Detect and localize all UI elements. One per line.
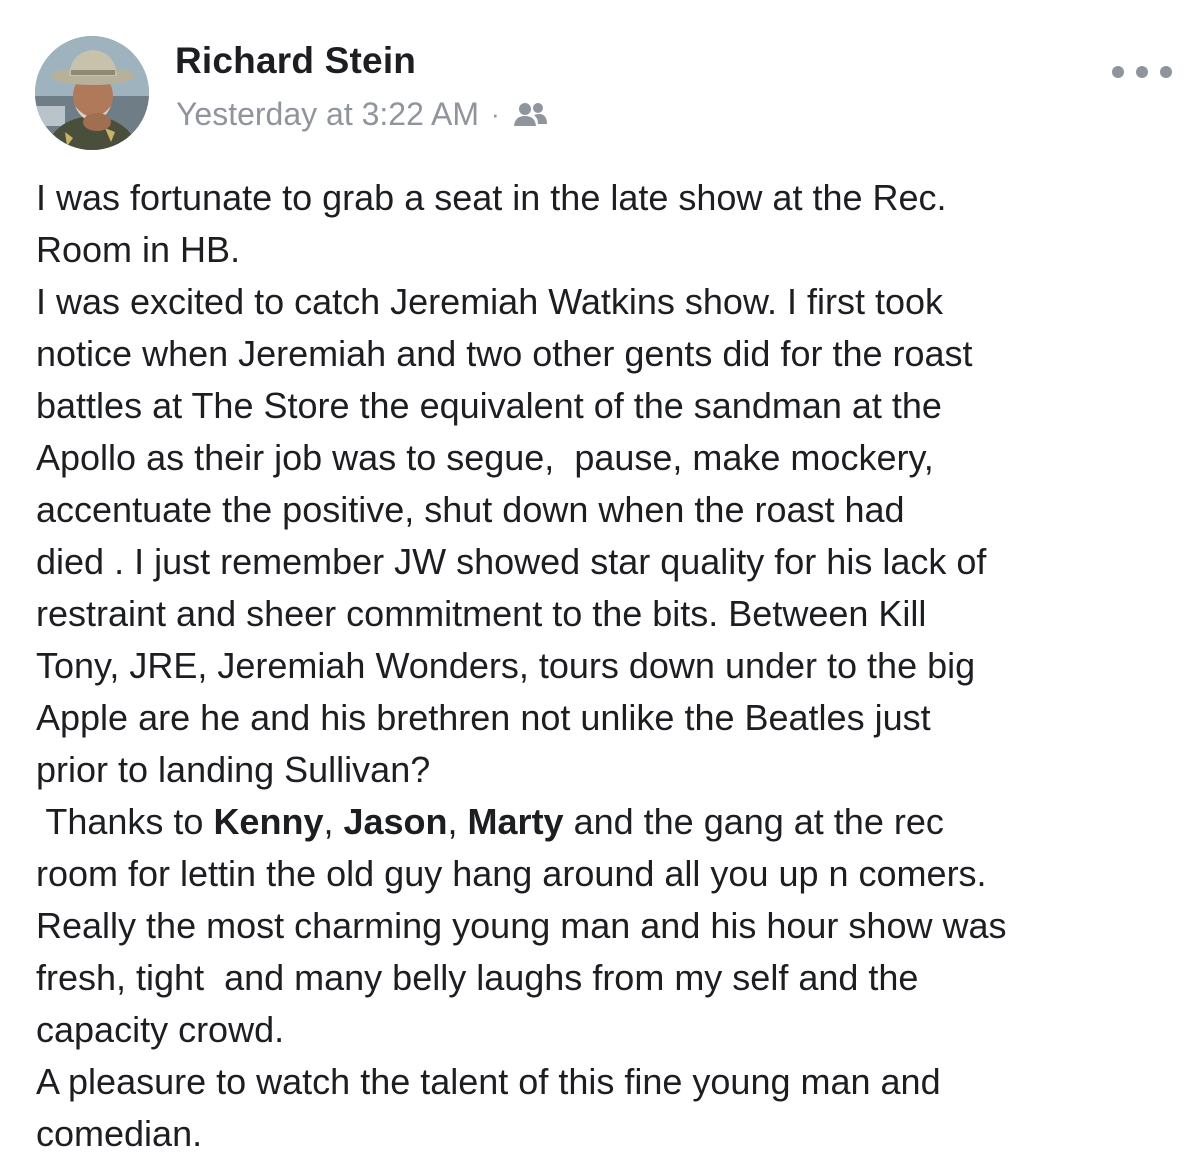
post-text-line: Really the most charming young man and h… bbox=[36, 905, 1007, 946]
mention-separator: , bbox=[447, 801, 468, 842]
avatar[interactable] bbox=[35, 36, 149, 150]
thanks-suffix: and the gang at the rec bbox=[563, 801, 944, 842]
mention-separator: , bbox=[323, 801, 344, 842]
meta-separator: · bbox=[491, 99, 500, 129]
post-text-line: capacity crowd. bbox=[36, 1009, 285, 1050]
post-text-line: I was excited to catch Jeremiah Watkins … bbox=[36, 281, 944, 322]
post-text-line: fresh, tight and many belly laughs from … bbox=[36, 957, 919, 998]
post-meta: Yesterday at 3:22 AM · bbox=[176, 96, 548, 133]
post-text-line: accentuate the positive, shut down when … bbox=[36, 489, 905, 530]
thanks-prefix: Thanks to bbox=[36, 801, 214, 842]
post-text-line: prior to landing Sullivan? bbox=[36, 749, 431, 790]
mention-marty[interactable]: Marty bbox=[468, 801, 564, 842]
facebook-post: Richard Stein Yesterday at 3:22 AM · I w… bbox=[0, 0, 1200, 1166]
thanks-line: Thanks to Kenny, Jason, Marty and the ga… bbox=[36, 796, 1186, 848]
more-options-icon[interactable] bbox=[1112, 58, 1172, 86]
avatar-photo bbox=[35, 36, 149, 150]
post-text-line: battles at The Store the equivalent of t… bbox=[36, 385, 942, 426]
post-text-line: I was fortunate to grab a seat in the la… bbox=[36, 177, 947, 218]
post-timestamp[interactable]: Yesterday at 3:22 AM bbox=[176, 96, 479, 133]
post-text-line: Apple are he and his brethren not unlike… bbox=[36, 697, 931, 738]
post-text-line: restraint and sheer commitment to the bi… bbox=[36, 593, 927, 634]
post-text-line: Tony, JRE, Jeremiah Wonders, tours down … bbox=[36, 645, 976, 686]
post-text-line: room for lettin the old guy hang around … bbox=[36, 853, 987, 894]
post-text-line: Room in HB. bbox=[36, 229, 241, 270]
author-name[interactable]: Richard Stein bbox=[175, 40, 416, 82]
post-text-line: A pleasure to watch the talent of this f… bbox=[36, 1061, 941, 1102]
post-text-line: notice when Jeremiah and two other gents… bbox=[36, 333, 973, 374]
post-text-line: comedian. bbox=[36, 1113, 203, 1154]
friends-icon[interactable] bbox=[512, 100, 548, 130]
mention-kenny[interactable]: Kenny bbox=[213, 801, 323, 842]
post-body: I was fortunate to grab a seat in the la… bbox=[36, 172, 1186, 1160]
post-text-line: Apollo as their job was to segue, pause,… bbox=[36, 437, 934, 478]
post-text-line: died . I just remember JW showed star qu… bbox=[36, 541, 987, 582]
mention-jason[interactable]: Jason bbox=[343, 801, 447, 842]
